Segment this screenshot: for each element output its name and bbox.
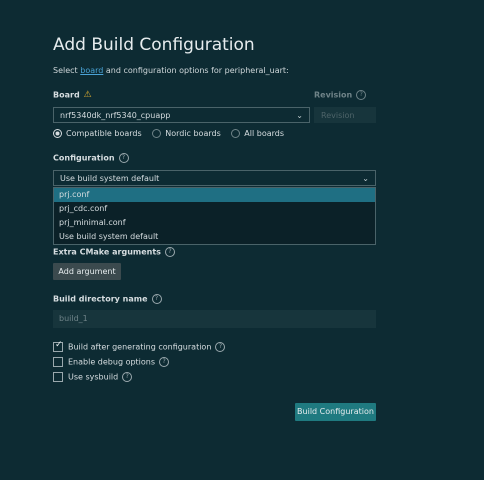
build-configuration-button[interactable]: Build Configuration	[295, 403, 376, 421]
info-icon: ?	[118, 153, 129, 163]
revision-select: Revision	[314, 107, 376, 123]
warning-icon: ⚠	[83, 90, 92, 100]
dropdown-option-prj-conf[interactable]: prj.conf	[54, 188, 375, 202]
add-argument-button[interactable]: Add argument	[53, 263, 121, 280]
board-select[interactable]: nrf5340dk_nrf5340_cpuapp ⌄	[53, 107, 310, 123]
chevron-down-icon: ⌄	[296, 111, 303, 120]
page-title: Add Build Configuration	[53, 35, 255, 55]
configuration-dropdown: prj.conf prj_cdc.conf prj_minimal.conf U…	[53, 187, 376, 245]
revision-label: Revision?	[314, 90, 367, 100]
radio-label: Nordic boards	[165, 129, 221, 138]
option-label: Build after generating configuration	[68, 342, 212, 352]
revision-select-placeholder: Revision	[321, 111, 355, 120]
dropdown-option-prj-cdc-conf[interactable]: prj_cdc.conf	[54, 202, 375, 216]
radio-unselected-icon	[231, 129, 241, 138]
revision-label-text: Revision	[314, 90, 353, 100]
option-use-sysbuild[interactable]: Use sysbuild?	[53, 372, 133, 382]
configuration-label: Configuration?	[53, 153, 129, 163]
radio-compatible-boards[interactable]: Compatible boards	[53, 129, 142, 138]
configuration-select[interactable]: Use build system default ⌄	[53, 170, 376, 186]
info-icon: ?	[122, 372, 133, 382]
build-dir-label-text: Build directory name	[53, 294, 148, 304]
build-dir-input[interactable]: build_1	[53, 310, 376, 328]
board-select-value: nrf5340dk_nrf5340_cpuapp	[60, 111, 171, 120]
board-label: Board ⚠	[53, 90, 92, 100]
info-icon: ?	[356, 90, 367, 100]
option-label: Enable debug options	[68, 357, 156, 367]
option-label: Use sysbuild	[68, 372, 119, 382]
subtitle-prefix: Select	[53, 66, 81, 75]
dropdown-option-default[interactable]: Use build system default	[54, 230, 375, 244]
subtitle-suffix: and configuration options for peripheral…	[103, 66, 289, 75]
info-icon: ?	[164, 247, 175, 257]
checkbox-checked[interactable]	[53, 340, 63, 352]
build-dir-label: Build directory name?	[53, 294, 162, 304]
checkbox-unchecked[interactable]	[53, 357, 63, 367]
radio-selected-icon	[53, 129, 62, 138]
configuration-label-text: Configuration	[53, 153, 115, 163]
dropdown-option-prj-minimal-conf[interactable]: prj_minimal.conf	[54, 216, 375, 230]
chevron-down-icon: ⌄	[362, 174, 369, 183]
radio-nordic-boards[interactable]: Nordic boards	[152, 129, 221, 138]
configuration-select-value: Use build system default	[60, 174, 160, 183]
radio-unselected-icon	[152, 129, 162, 138]
info-icon: ?	[159, 357, 170, 367]
page-subtitle: Select board and configuration options f…	[53, 66, 289, 75]
radio-label: Compatible boards	[66, 129, 142, 138]
board-filter-group: Compatible boards Nordic boards All boar…	[53, 129, 292, 138]
info-icon: ?	[215, 342, 226, 352]
board-label-text: Board	[53, 90, 80, 100]
cmake-label-text: Extra CMake arguments	[53, 247, 161, 257]
board-link[interactable]: board	[80, 66, 103, 75]
checkbox-unchecked[interactable]	[53, 372, 63, 382]
info-icon: ?	[151, 294, 162, 304]
radio-all-boards[interactable]: All boards	[231, 129, 284, 138]
option-build-after[interactable]: Build after generating configuration?	[53, 340, 226, 352]
cmake-label: Extra CMake arguments?	[53, 247, 175, 257]
option-enable-debug[interactable]: Enable debug options?	[53, 357, 170, 367]
radio-label: All boards	[244, 129, 285, 138]
